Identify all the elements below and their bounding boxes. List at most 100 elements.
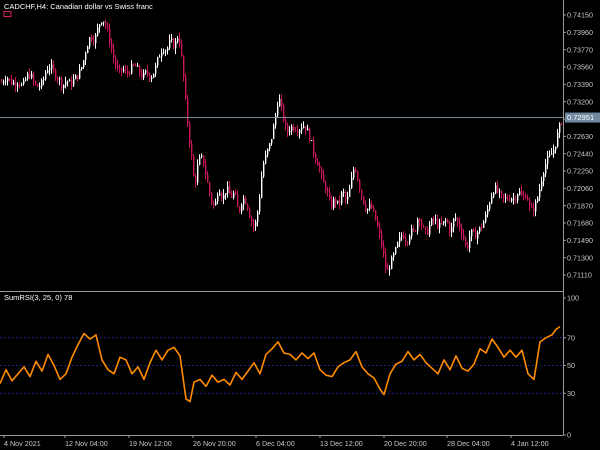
- candle-body: [25, 78, 27, 81]
- time-axis: 4 Nov 2021 12 Nov 04:00 19 Nov 12:00 26 Nov…: [3, 435, 549, 448]
- candle-body: [177, 38, 179, 42]
- candle-body: [427, 229, 429, 235]
- candle-body: [131, 64, 133, 74]
- candle-body: [517, 194, 519, 201]
- candle-body: [249, 209, 251, 218]
- candle-body: [411, 228, 413, 237]
- candle-body: [161, 52, 163, 57]
- candle-body: [347, 196, 349, 200]
- candle-body: [81, 67, 83, 70]
- candle-body: [41, 80, 43, 87]
- candle-body: [383, 245, 385, 254]
- candle-body: [233, 192, 235, 198]
- candle-body: [555, 146, 557, 151]
- candle-body: [305, 126, 307, 131]
- candle-body: [181, 43, 183, 56]
- candle-body: [71, 80, 73, 86]
- candle-body: [239, 206, 241, 212]
- candle-body: [15, 82, 17, 87]
- candle-body: [211, 193, 213, 203]
- chart-canvas[interactable]: 0.74150 0.73960 0.73770 0.73560 0.73390 0.732…: [0, 0, 600, 450]
- trade-toggle-icon[interactable]: [3, 11, 12, 17]
- candle-body: [261, 176, 263, 198]
- candle-body: [419, 219, 421, 222]
- candle-body: [247, 204, 249, 210]
- candle-body: [285, 120, 287, 125]
- candle-body: [7, 78, 9, 81]
- candle-body: [303, 126, 305, 128]
- candle-body: [531, 205, 533, 208]
- candle-body: [67, 81, 69, 83]
- price-tick-label: 0.71490: [567, 236, 593, 245]
- time-tick-label: 26 Nov 20:00: [193, 439, 236, 448]
- time-tick-label: 6 Dec 04:00: [256, 439, 295, 448]
- candle-body: [329, 191, 331, 200]
- candle-body: [153, 73, 155, 78]
- indicator-pane[interactable]: 100 70 50 30 0 SumRSI(3, 25, 0) 78: [0, 293, 579, 440]
- candle-body: [281, 98, 283, 106]
- candle-body: [169, 40, 171, 48]
- chart-window[interactable]: 0.74150 0.73960 0.73770 0.73560 0.73390 0.732…: [0, 0, 600, 450]
- candle-body: [525, 196, 527, 199]
- candle-body: [117, 65, 119, 69]
- candle-body: [409, 236, 411, 243]
- candle-body: [431, 218, 433, 225]
- candle-body: [325, 182, 327, 191]
- candle-body: [359, 180, 361, 190]
- candle-body: [225, 193, 227, 195]
- candle-body: [209, 182, 211, 194]
- candle-body: [27, 73, 29, 79]
- candle-body: [357, 171, 359, 181]
- candle-body: [283, 105, 285, 121]
- candle-body: [513, 198, 515, 200]
- candle-body: [159, 56, 161, 58]
- candle-body: [473, 229, 475, 232]
- candle-body: [559, 123, 561, 133]
- candle-body: [201, 155, 203, 157]
- price-tick-label: 0.73560: [567, 63, 593, 72]
- candle-body: [199, 156, 201, 165]
- candle-body: [355, 169, 357, 172]
- candle-body: [215, 201, 217, 206]
- candle-body: [389, 268, 391, 270]
- candle-body: [187, 98, 189, 124]
- candle-body: [467, 244, 469, 249]
- candle-body: [477, 232, 479, 239]
- candle-body: [429, 224, 431, 235]
- candle-body: [179, 38, 181, 44]
- candle-body: [149, 73, 151, 80]
- candle-body: [495, 185, 497, 194]
- candle-body: [315, 154, 317, 162]
- candle-body: [97, 27, 99, 35]
- candle-body: [425, 227, 427, 230]
- candle-body: [301, 127, 303, 131]
- candle-body: [93, 39, 95, 44]
- time-tick-label: 13 Dec 12:00: [320, 439, 363, 448]
- indicator-axis: 100 70 50 30 0: [563, 294, 579, 440]
- candle-body: [381, 233, 383, 246]
- candle-body: [135, 64, 137, 67]
- candle-body: [279, 98, 281, 107]
- current-price-label: 0.72951: [567, 113, 594, 122]
- candle-body: [259, 197, 261, 212]
- candle-body: [111, 43, 113, 50]
- candle-body: [1, 82, 3, 84]
- candle-body: [137, 65, 139, 67]
- candle-body: [165, 50, 167, 52]
- candle-body: [79, 69, 81, 79]
- indicator-tick-label: 0: [567, 431, 571, 440]
- candle-body: [323, 174, 325, 183]
- candle-body: [3, 81, 5, 83]
- candle-body: [235, 192, 237, 195]
- candle-body: [257, 211, 259, 222]
- candle-body: [35, 81, 37, 85]
- candle-body: [483, 221, 485, 228]
- candle-body: [243, 198, 245, 205]
- candle-body: [479, 227, 481, 233]
- candle-body: [151, 77, 153, 80]
- candle-body: [125, 69, 127, 71]
- candle-body: [459, 221, 461, 229]
- candle-body: [221, 193, 223, 199]
- price-pane[interactable]: 0.74150 0.73960 0.73770 0.73560 0.73390 0.732…: [0, 2, 600, 280]
- candle-body: [371, 204, 373, 209]
